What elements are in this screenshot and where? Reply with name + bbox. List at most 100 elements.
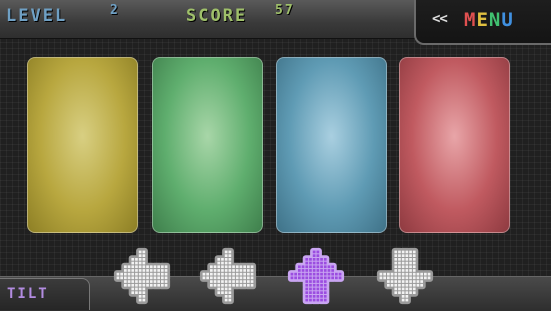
arrow-pixel [316,280,320,283]
arrow-pixel [217,283,221,287]
arrow-pixel [390,283,394,287]
arrow-pixel [228,287,232,291]
arrow-pixel [135,283,138,287]
arrow-pixel [210,272,213,276]
arrow-pixel [224,283,228,287]
arrow-pixel [153,276,157,280]
arrow-outline-pixel [222,292,234,305]
arrow-pixel [243,265,246,269]
tilt-button[interactable]: TILT [0,278,90,310]
arrow-pixel [412,283,416,287]
arrow-pixel [298,269,301,272]
arrow-right-button[interactable] [190,245,266,307]
arrow-pixel [401,280,405,283]
arrow-pixel [224,291,228,294]
arrow-left-icon [113,247,171,305]
arrow-pixel [157,276,160,280]
arrow-pixel [387,280,390,283]
arrow-pixel [420,276,423,280]
arrow-pixel [146,283,149,287]
arrow-down-button[interactable] [367,245,443,307]
arrow-pixel [398,254,401,257]
arrow-pixel [409,280,412,283]
arrow-pixel [394,272,398,276]
arrow-pixel [416,272,420,276]
arrow-pixel [401,265,405,269]
arrow-pixel [405,298,409,302]
arrow-pixel [320,295,323,298]
arrow-pixel [142,254,146,257]
arrow-pixel [135,269,138,272]
menu-label: MENU [464,9,514,31]
arrow-pixel [247,272,250,276]
pad-green[interactable] [152,57,263,233]
arrow-pixel [164,283,168,287]
arrow-pixel [127,276,131,280]
arrow-pixel [124,283,127,287]
arrow-pixel [239,283,243,287]
arrow-pixel [235,283,239,287]
arrow-pixel [138,269,142,272]
arrow-pixel [224,272,228,276]
arrow-pixel [228,298,232,302]
arrow-pixel [206,276,209,280]
arrow-pixel [142,269,146,272]
arrow-pixel [250,276,254,280]
menu-button[interactable]: << MENU [414,0,551,45]
arrow-pixel [412,287,416,291]
arrow-pixel [149,269,153,272]
arrow-pixel [138,280,142,283]
arrow-pixel [331,269,334,272]
arrow-pixel [138,298,142,302]
arrow-pixel [247,265,250,269]
arrow-outline-pixel [244,277,257,290]
arrow-pixel [305,298,309,302]
arrow-pixel [247,276,250,280]
arrow-pixel [409,250,412,254]
arrow-pixel [335,272,338,276]
arrow-pixel [305,280,309,283]
pad-yellow[interactable] [27,57,138,233]
arrow-pixel [338,272,342,276]
arrow-pixel [224,298,228,302]
arrow-pixel [135,272,138,276]
arrow-pixel [312,254,316,257]
arrow-pixel [320,287,323,291]
arrow-pixel [243,276,246,280]
arrow-pixel [309,261,312,265]
arrow-pixel [379,272,383,276]
arrow-pixel [312,272,316,276]
arrow-pixel [316,265,320,269]
arrow-pixel [127,269,131,272]
arrow-pixel [323,287,327,291]
arrow-pixel [398,287,401,291]
arrow-pixel [131,280,135,283]
arrow-pixel [405,295,409,298]
arrow-pixel [138,254,142,257]
arrow-up-button[interactable] [278,245,354,307]
arrow-pixel [164,265,168,269]
arrow-pixel [146,272,149,276]
arrow-pixel [298,276,301,280]
pad-red[interactable] [399,57,510,233]
arrow-pixel [228,261,232,265]
arrow-pixel [401,276,405,280]
arrow-pixel [312,283,316,287]
arrow-pixel [309,287,312,291]
arrow-right-icon [199,247,257,305]
arrow-pixel [239,280,243,283]
arrow-left-button[interactable] [104,245,180,307]
arrow-pixel [206,272,209,276]
arrow-pixel [228,283,232,287]
arrow-pixel [409,287,412,291]
arrow-pixel [157,280,160,283]
arrow-pixel [161,265,164,269]
arrow-pixel [323,276,327,280]
arrow-pixel [309,280,312,283]
arrow-pixel [394,280,398,283]
arrow-pixel [135,287,138,291]
arrow-pixel [305,295,309,298]
arrow-pixel [394,287,398,291]
arrow-pixel [320,283,323,287]
pad-blue[interactable] [276,57,387,233]
